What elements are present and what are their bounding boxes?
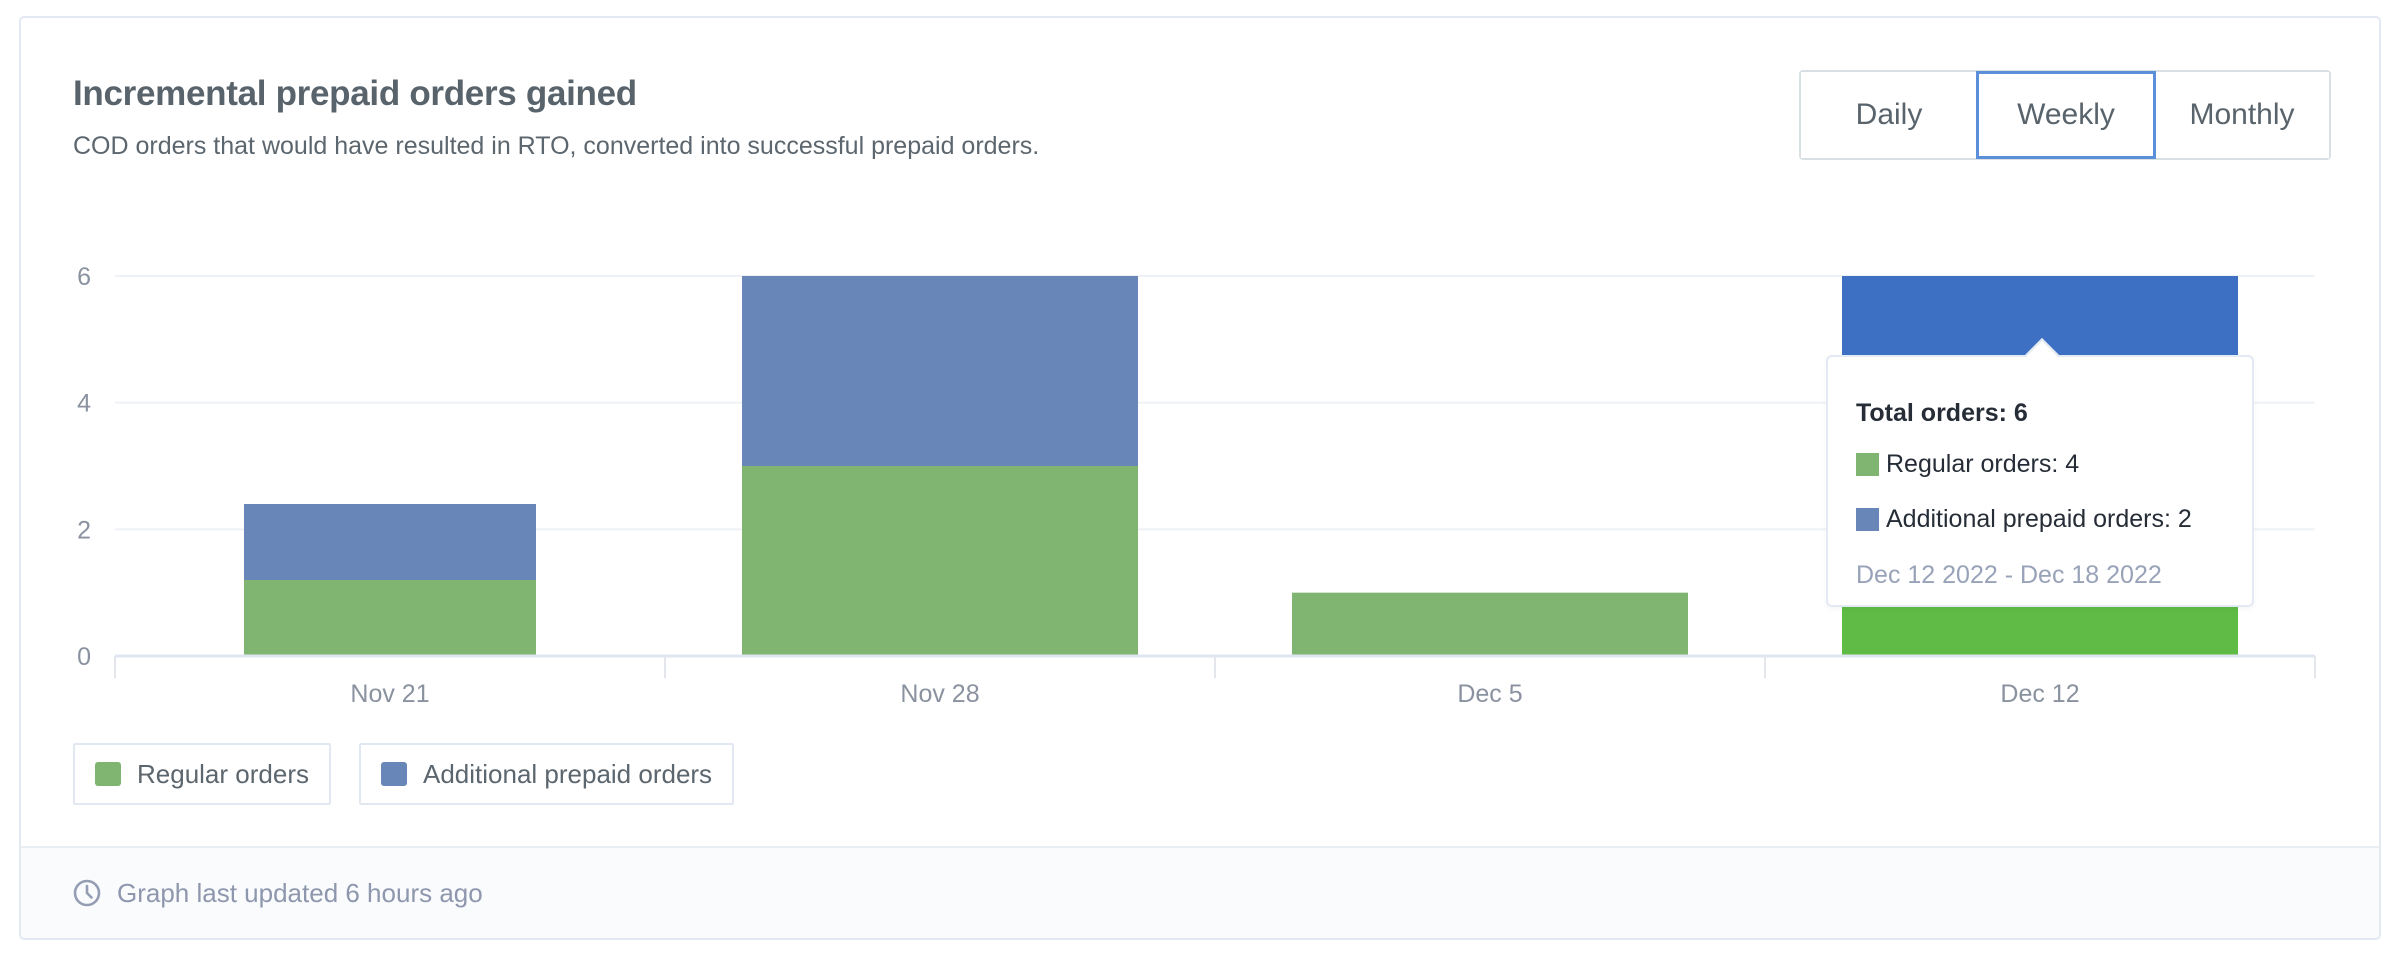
x-tick-label: Dec 5 [1457,680,1522,708]
x-tick-label: Nov 21 [350,680,429,708]
x-tick-label: Dec 12 [2000,680,2079,708]
legend-label: Regular orders [137,758,309,789]
legend-label: Additional prepaid orders [422,758,713,789]
last-updated-text: Graph last updated 6 hours ago [117,877,483,908]
legend-item-additional-prepaid-orders[interactable]: Additional prepaid orders [358,743,735,805]
bar-regular-nov-21 [244,580,536,656]
x-tick-label: Nov 28 [900,680,979,708]
toggle-weekly-button[interactable]: Weekly [1976,71,2156,159]
x-axis: Nov 21 Nov 28 Dec 5 Dec 12 [114,654,2316,708]
y-axis-ticks: 0 2 4 6 [77,263,91,671]
card-footer: Graph last updated 6 hours ago [21,846,2379,938]
chart-tooltip: Total orders: 6 Regular orders: 4 Additi… [1826,338,2254,607]
y-tick-label: 2 [77,516,91,544]
y-tick-label: 6 [77,263,91,291]
tooltip-row-regular: Regular orders: 4 [1856,450,2079,479]
bar-regular-nov-28 [742,466,1138,656]
tooltip-title: Total orders: 6 [1856,399,2028,427]
tooltip-date-range: Dec 12 2022 - Dec 18 2022 [1856,561,2162,589]
bar-additional-nov-28 [742,276,1138,466]
additional-prepaid-orders-swatch-icon [380,762,407,786]
bar-additional-nov-21 [244,504,536,580]
regular-swatch-icon [1856,453,1879,476]
chart-card: Incremental prepaid orders gained COD or… [19,16,2381,940]
y-tick-label: 0 [77,643,91,671]
tooltip-row-label: Additional prepaid orders: 2 [1886,505,2192,533]
bar-regular-dec-5 [1292,592,1688,656]
chart-legend: Regular orders Additional prepaid orders [73,743,735,805]
regular-orders-swatch-icon [95,762,121,786]
tooltip-row-additional: Additional prepaid orders: 2 [1856,505,2192,534]
tooltip-row-label: Regular orders: 4 [1886,450,2080,478]
additional-swatch-icon [1856,508,1879,531]
legend-item-regular-orders[interactable]: Regular orders [73,743,331,805]
clock-icon [73,879,101,907]
y-tick-label: 4 [77,390,91,418]
